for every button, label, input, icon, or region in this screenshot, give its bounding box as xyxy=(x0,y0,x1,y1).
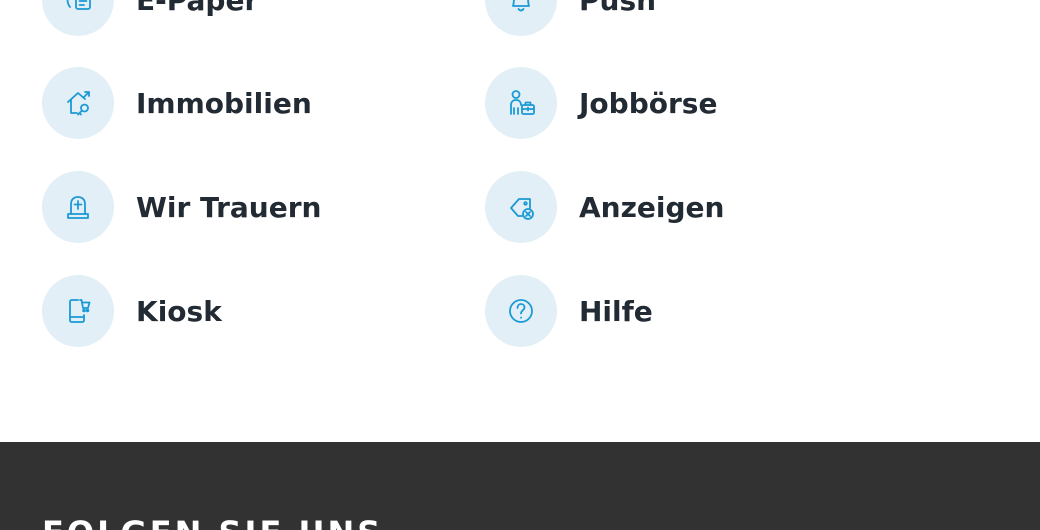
question-icon xyxy=(485,275,557,347)
service-label-trauern: Wir Trauern xyxy=(136,190,322,224)
gravestone-icon xyxy=(42,171,114,243)
service-item-epaper[interactable]: E-Paper xyxy=(42,0,258,36)
service-label-kiosk: Kiosk xyxy=(136,294,222,328)
e-paper-icon xyxy=(42,0,114,36)
service-label-push: Push xyxy=(579,0,657,17)
service-grid: E-Paper Push Immobilien Jobbörse Wir Tra… xyxy=(0,0,1040,442)
service-label-epaper: E-Paper xyxy=(136,0,259,17)
service-item-jobboerse[interactable]: Jobbörse xyxy=(485,67,717,139)
service-label-immobilien: Immobilien xyxy=(136,86,312,120)
service-item-kiosk[interactable]: Kiosk xyxy=(42,275,222,347)
service-label-jobboerse: Jobbörse xyxy=(579,86,718,120)
service-label-anzeigen: Anzeigen xyxy=(579,190,725,224)
person-briefcase-icon xyxy=(485,67,557,139)
footer-title: FOLGEN SIE UNS xyxy=(42,514,383,530)
service-item-trauern[interactable]: Wir Trauern xyxy=(42,171,321,243)
service-item-hilfe[interactable]: Hilfe xyxy=(485,275,653,347)
footer: FOLGEN SIE UNS xyxy=(0,442,1040,530)
service-item-push[interactable]: Push xyxy=(485,0,656,36)
service-label-hilfe: Hilfe xyxy=(579,294,653,328)
service-item-anzeigen[interactable]: Anzeigen xyxy=(485,171,724,243)
bell-icon xyxy=(485,0,557,36)
house-key-icon xyxy=(42,67,114,139)
phone-cart-icon xyxy=(42,275,114,347)
price-tag-icon xyxy=(485,171,557,243)
service-item-immobilien[interactable]: Immobilien xyxy=(42,67,312,139)
